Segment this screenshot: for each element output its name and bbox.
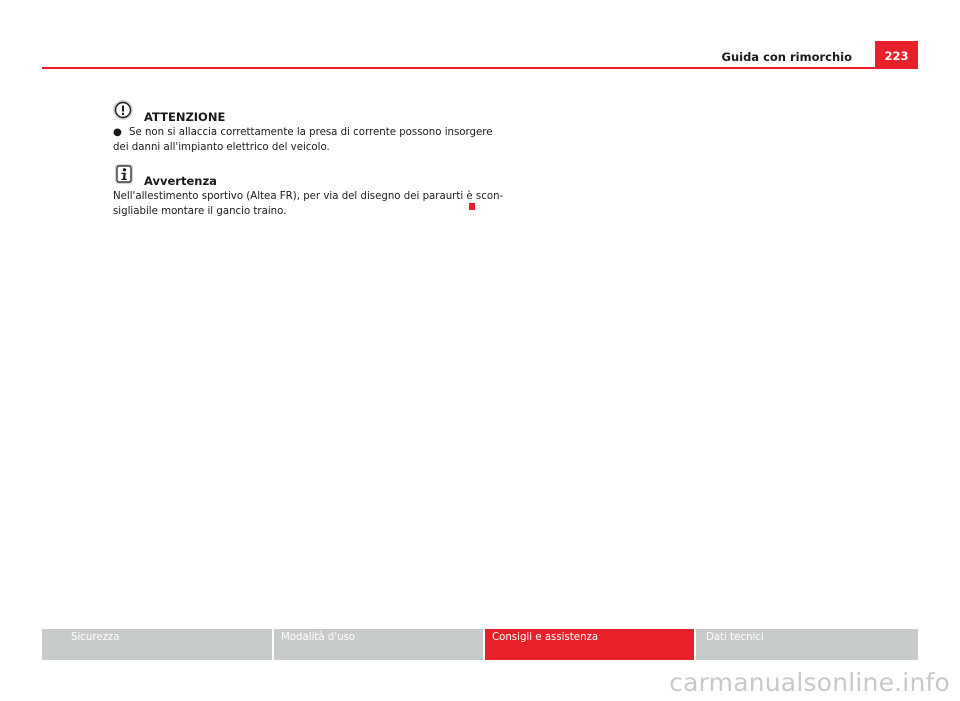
footer-navigation: Sicurezza Modalità d'uso Consigli e assi… (42, 629, 918, 660)
warning-text-line: dei danni all'impianto elettrico del vei… (113, 142, 330, 153)
page-number: 223 (884, 49, 909, 63)
warning-heading: ATTENZIONE (112, 99, 225, 124)
section-end-marker (469, 203, 475, 210)
note-title: Avvertenza (144, 174, 217, 188)
info-icon (114, 163, 134, 188)
footer-tab-sicurezza[interactable]: Sicurezza (42, 629, 274, 660)
header-divider (42, 67, 918, 69)
footer-tab-consigli-assistenza[interactable]: Consigli e assistenza (485, 629, 696, 660)
page-number-badge: 223 (875, 41, 918, 67)
note-text-line: sigliabile montare il gancio traino. (113, 206, 287, 217)
section-title: Guida con rimorchio (721, 50, 853, 64)
warning-title: ATTENZIONE (144, 110, 226, 124)
warning-text-line: ● Se non si allaccia correttamente la pre… (113, 125, 493, 140)
watermark: carmanualsonline.info (669, 668, 950, 697)
footer-tab-dati-tecnici[interactable]: Dati tecnici (696, 629, 918, 660)
footer-tab-modalita-uso[interactable]: Modalità d'uso (274, 629, 485, 660)
note-heading: Avvertenza (114, 163, 217, 188)
bullet-icon: ● (113, 127, 122, 138)
note-text-line: Nell'allestimento sportivo (Altea FR), p… (113, 191, 504, 202)
warning-text: Se non si allaccia correttamente la pres… (129, 127, 493, 138)
exclamation-circle-icon (112, 99, 134, 124)
